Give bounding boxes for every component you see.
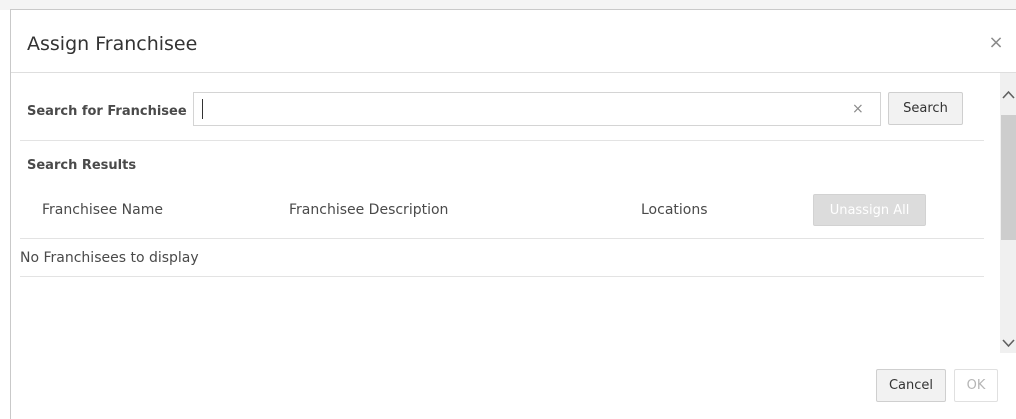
search-button[interactable]: Search <box>888 92 963 125</box>
divider <box>20 140 984 141</box>
scrollbar-thumb[interactable] <box>1001 115 1016 240</box>
divider <box>20 238 984 239</box>
clear-icon[interactable]: × <box>852 100 864 118</box>
chevron-up-icon[interactable] <box>1000 87 1016 103</box>
search-input[interactable] <box>202 93 842 125</box>
search-label: Search for Franchisee <box>27 104 187 119</box>
column-header-franchisee-description: Franchisee Description <box>289 202 449 218</box>
assign-franchisee-dialog: Assign Franchisee × Search for Franchise… <box>10 9 1016 419</box>
cancel-button[interactable]: Cancel <box>876 369 946 402</box>
dialog-header: Assign Franchisee × <box>11 10 1016 73</box>
search-field: × <box>193 92 881 126</box>
empty-results-message: No Franchisees to display <box>20 250 199 266</box>
search-results-label: Search Results <box>27 158 137 173</box>
text-caret <box>202 99 203 119</box>
unassign-all-button[interactable]: Unassign All <box>813 194 926 226</box>
divider <box>20 276 984 277</box>
ok-button[interactable]: OK <box>954 369 998 402</box>
vertical-scrollbar[interactable] <box>1000 73 1016 353</box>
chevron-down-icon[interactable] <box>1000 335 1016 351</box>
dialog-title: Assign Franchisee <box>27 33 198 55</box>
column-header-franchisee-name: Franchisee Name <box>42 202 163 218</box>
close-icon[interactable]: × <box>986 33 1006 53</box>
column-header-locations: Locations <box>641 202 708 218</box>
dialog-body: Search for Franchisee × Search Search Re… <box>11 73 1000 353</box>
